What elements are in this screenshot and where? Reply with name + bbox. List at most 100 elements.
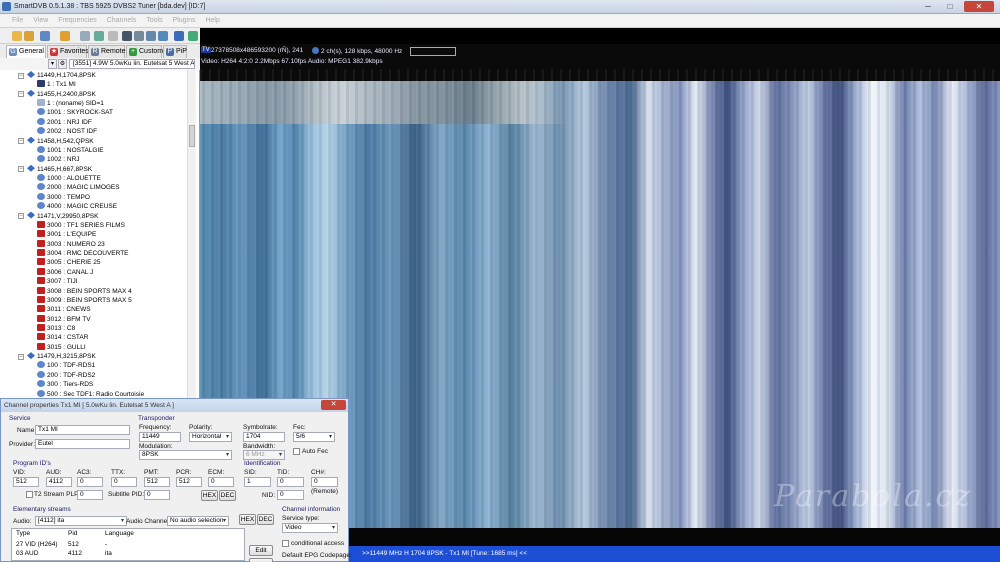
channel-node[interactable]: 3008 : BEIN SPORTS MAX 4 bbox=[37, 286, 132, 296]
channel-node[interactable]: 1 : (noname) SID=1 bbox=[37, 99, 104, 108]
menu-plugins[interactable]: Plugins bbox=[169, 14, 200, 28]
channel-node[interactable]: 1001 : SKYROCK-SAT bbox=[37, 108, 113, 117]
hex-button[interactable]: HEX bbox=[201, 490, 218, 501]
stream-pid-cell[interactable]: 512 bbox=[68, 541, 79, 548]
pcr-field[interactable]: 512 bbox=[176, 477, 202, 487]
menu-tools[interactable]: Tools bbox=[142, 14, 166, 28]
tree-collapse-toggle[interactable]: − bbox=[18, 91, 24, 98]
channel-node[interactable]: 200 : TDF-RDS2 bbox=[37, 370, 95, 380]
tree-collapse-toggle[interactable]: − bbox=[18, 166, 24, 173]
list-icon[interactable] bbox=[158, 31, 168, 41]
stream-type-cell[interactable]: 27 VID (H264) bbox=[16, 541, 58, 548]
tree-collapse-toggle[interactable]: − bbox=[18, 213, 24, 220]
channel-node[interactable]: 3011 : CNEWS bbox=[37, 305, 91, 314]
channel-node[interactable]: 100 : TDF-RDS1 bbox=[37, 361, 95, 370]
subtitle-pid-field[interactable]: 0 bbox=[144, 490, 170, 500]
ecm-field[interactable]: 0 bbox=[208, 477, 234, 487]
window-icon[interactable] bbox=[146, 31, 156, 41]
channel-node[interactable]: 2001 : NRJ IDF bbox=[37, 117, 92, 127]
provider-field[interactable]: Eutel bbox=[35, 439, 130, 449]
refresh-icon[interactable] bbox=[80, 31, 90, 41]
channel-node[interactable]: 3000 : TEMPO bbox=[37, 192, 90, 202]
channel-node[interactable]: 3004 : RMC DECOUVERTE bbox=[37, 249, 129, 258]
service-type-select[interactable]: Video bbox=[282, 523, 338, 533]
maximize-button[interactable]: □ bbox=[940, 1, 960, 12]
polarity-select[interactable]: Horizontal bbox=[189, 432, 232, 442]
tab-custom[interactable]: + Custom bbox=[126, 45, 163, 58]
open-folder-icon[interactable] bbox=[12, 31, 22, 41]
transponder-node[interactable]: 11465,H,667,8PSK bbox=[27, 164, 92, 174]
menu-file[interactable]: File bbox=[8, 14, 27, 28]
channel-node[interactable]: 3014 : CSTAR bbox=[37, 333, 88, 342]
conditional-access-checkbox[interactable] bbox=[282, 540, 289, 547]
transponder-node[interactable]: 11471,V,29950,8PSK bbox=[27, 211, 98, 221]
menu-help[interactable]: Help bbox=[201, 14, 223, 28]
tree-collapse-toggle[interactable]: − bbox=[18, 138, 24, 145]
channel-node[interactable]: 4000 : MAGIC CREUSE bbox=[37, 202, 117, 211]
channel-node[interactable]: 3007 : TIJI bbox=[37, 277, 78, 286]
dec-button-streams[interactable]: DEC bbox=[257, 514, 274, 525]
fec-select[interactable]: 5/6 bbox=[293, 432, 335, 442]
frequency-field[interactable]: 11449 bbox=[139, 432, 181, 442]
transponder-node[interactable]: 11449,H,1704,8PSK bbox=[27, 71, 96, 80]
more-button[interactable] bbox=[249, 558, 273, 562]
forward-arrow-icon[interactable] bbox=[60, 31, 70, 41]
transponder-node[interactable]: 11455,H,2400,8PSK bbox=[27, 89, 96, 99]
tree-collapse-toggle[interactable]: − bbox=[18, 353, 24, 360]
stream-type-cell[interactable]: 03 AUD bbox=[16, 550, 38, 557]
settings-icon[interactable] bbox=[174, 31, 184, 41]
ttx-field[interactable]: 0 bbox=[111, 477, 137, 487]
channel-tree[interactable]: − 11449,H,1704,8PSK 1 : Tx1 MI − 11455,H,240… bbox=[0, 70, 200, 400]
nid-field[interactable]: 0 bbox=[277, 490, 304, 500]
channel-number-field[interactable]: 0 bbox=[311, 477, 338, 487]
sid-field[interactable]: 1 bbox=[244, 477, 271, 487]
back-arrow-icon[interactable] bbox=[40, 31, 50, 41]
tab-remote[interactable]: R Remote bbox=[88, 45, 126, 58]
column-pid[interactable]: Pid bbox=[68, 530, 77, 537]
dropdown-arrow-icon[interactable]: ▾ bbox=[48, 59, 57, 69]
pause-icon[interactable] bbox=[108, 31, 118, 41]
menu-channels[interactable]: Channels bbox=[103, 14, 141, 28]
settings-icon[interactable]: ⚙ bbox=[58, 59, 67, 69]
hex-button-streams[interactable]: HEX bbox=[239, 514, 256, 525]
tab-favorites[interactable]: ★ Favorites bbox=[47, 45, 89, 58]
channel-node[interactable]: 3009 : BEIN SPORTS MAX 5 bbox=[37, 295, 132, 305]
channel-node[interactable]: 3015 : GULLI bbox=[37, 342, 86, 352]
audio-select[interactable]: [4112] ita bbox=[35, 516, 127, 526]
column-type[interactable]: Type bbox=[16, 530, 30, 537]
modulation-select[interactable]: 8PSK bbox=[139, 450, 232, 460]
aud-field[interactable]: 4112 bbox=[46, 477, 72, 487]
channel-node[interactable]: 2000 : MAGIC LIMOGES bbox=[37, 183, 120, 192]
menu-view[interactable]: View bbox=[29, 14, 52, 28]
channel-node[interactable]: 3012 : BFM TV bbox=[37, 314, 91, 324]
pmt-field[interactable]: 512 bbox=[144, 477, 170, 487]
channel-node[interactable]: 3006 : CANAL J bbox=[37, 267, 93, 277]
ac3-field[interactable]: 0 bbox=[77, 477, 103, 487]
menu-frequencies[interactable]: Frequencies bbox=[54, 14, 101, 28]
fullscreen-icon[interactable] bbox=[122, 31, 132, 41]
channel-node[interactable]: 1 : Tx1 MI bbox=[37, 80, 76, 89]
vid-field[interactable]: 512 bbox=[13, 477, 39, 487]
scrollbar-thumb[interactable] bbox=[189, 125, 195, 147]
channel-node[interactable]: 2002 : NOST IDF bbox=[37, 127, 97, 136]
edit-button[interactable]: Edit bbox=[249, 545, 273, 556]
transponder-node[interactable]: 11458,H,542,QPSK bbox=[27, 136, 94, 146]
dec-button[interactable]: DEC bbox=[219, 490, 236, 501]
channel-node[interactable]: 1001 : NOSTALGIE bbox=[37, 145, 104, 155]
tab-general[interactable]: G General bbox=[6, 45, 46, 58]
satellite-select[interactable]: [3551] 4.9W 5.0wKu lin. Eutelsat 5 West … bbox=[69, 59, 195, 69]
record-icon[interactable] bbox=[94, 31, 104, 41]
transponder-node[interactable]: 11479,H,3215,8PSK bbox=[27, 352, 96, 361]
auto-fec-checkbox[interactable] bbox=[293, 448, 300, 455]
symbolrate-field[interactable]: 1704 bbox=[243, 432, 285, 442]
name-field[interactable]: Tx1 MI bbox=[35, 425, 130, 435]
tab-pip[interactable]: P PiP bbox=[163, 45, 187, 58]
folder-icon[interactable] bbox=[24, 31, 34, 41]
audio-channel-select[interactable]: No audio selection bbox=[167, 516, 229, 526]
elementary-streams-list[interactable]: Type Pid Language 27 VID (H264) 512 - 03… bbox=[11, 528, 245, 561]
tid-field[interactable]: 0 bbox=[277, 477, 304, 487]
t2-stream-plp-checkbox[interactable] bbox=[26, 491, 33, 498]
channel-node[interactable]: 300 : Tiers-RDS bbox=[37, 380, 93, 389]
channel-node[interactable]: 3003 : NUMERO 23 bbox=[37, 239, 105, 249]
bandwidth-select[interactable]: 6 MHz bbox=[243, 450, 285, 460]
